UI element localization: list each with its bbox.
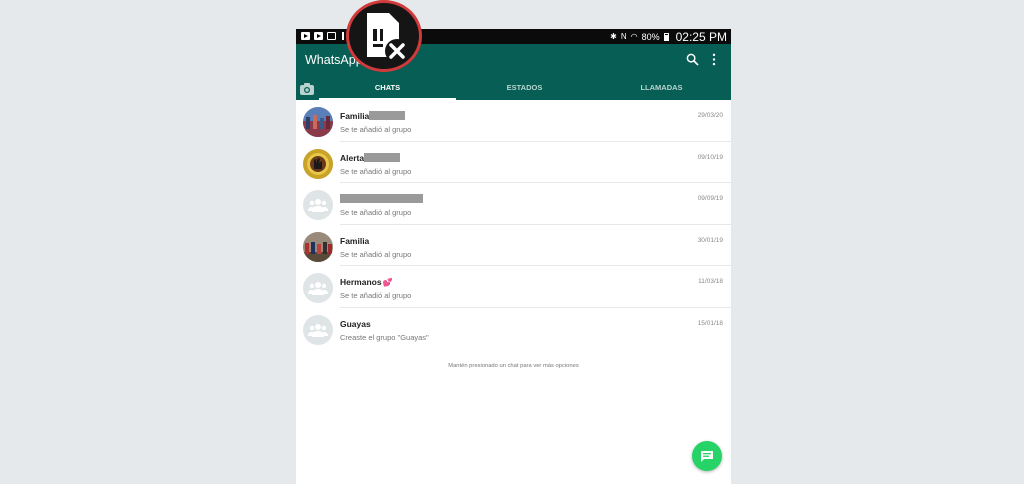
chat-date: 29/03/20	[697, 112, 723, 119]
chat-last-message: Creaste el grupo "Guayas"	[340, 332, 429, 342]
chat-last-message: Se te añadió al grupo	[340, 291, 412, 300]
tab-estados[interactable]: ESTADOS	[456, 79, 593, 100]
chat-list: Familia Se te añadió al grupo 29/03/20 A…	[296, 100, 731, 349]
system-icons: ✱ N ◠ 80% 02:25 PM	[610, 29, 727, 44]
chat-name: Familia	[340, 235, 370, 246]
battery-level: 80%	[641, 31, 660, 42]
group-avatar	[303, 314, 333, 345]
image-icon	[327, 32, 336, 40]
chat-name: Alerta	[340, 152, 401, 163]
chat-last-message: Se te añadió al grupo	[340, 249, 412, 259]
bluetooth-icon: ✱	[610, 32, 617, 41]
group-avatar	[303, 273, 333, 303]
chat-icon	[701, 451, 713, 462]
chat-date: 11/03/18	[698, 278, 723, 285]
chat-name: Guayas	[340, 318, 371, 329]
tab-llamadas[interactable]: LLAMADAS	[593, 79, 730, 100]
avatar	[303, 231, 333, 262]
clock: 02:25 PM	[675, 29, 727, 44]
chat-name	[340, 194, 423, 204]
redacted-text	[340, 194, 423, 203]
avatar	[303, 107, 333, 137]
more-options-icon[interactable]	[710, 53, 718, 66]
chat-row[interactable]: Hermanos💕 Se te añadió al grupo 11/03/18	[296, 266, 731, 308]
youtube-icon	[301, 32, 310, 40]
no-sim-callout	[346, 0, 422, 72]
battery-icon	[663, 32, 669, 41]
chat-date: 09/09/19	[697, 195, 723, 202]
chat-row[interactable]: Familia Se te añadió al grupo 29/03/20	[296, 100, 731, 142]
tab-bar: CHATS ESTADOS LLAMADAS	[296, 79, 731, 100]
notification-icons	[301, 32, 346, 40]
camera-icon[interactable]	[299, 82, 315, 96]
redacted-text	[364, 152, 401, 162]
group-icon	[308, 199, 328, 212]
chat-date: 30/01/19	[697, 236, 723, 244]
avatar	[303, 148, 333, 179]
group-avatar	[303, 190, 333, 220]
chat-name: Familia	[340, 111, 406, 121]
chat-row[interactable]: Familia Se te añadió al grupo 30/01/19	[296, 225, 731, 266]
chat-last-message: Se te añadió al grupo	[340, 208, 412, 217]
heart-emoji-icon: 💕	[382, 278, 393, 287]
wifi-icon: ◠	[630, 32, 638, 41]
chat-row[interactable]: Se te añadió al grupo 09/09/19	[296, 183, 731, 225]
redacted-text	[369, 111, 406, 120]
chat-name: Hermanos💕	[340, 277, 393, 287]
chat-date: 09/10/19	[697, 153, 723, 161]
nfc-icon: N	[620, 32, 627, 41]
group-icon	[308, 323, 328, 337]
chat-row[interactable]: Alerta Se te añadió al grupo 09/10/19	[296, 142, 731, 183]
long-press-hint: Mantén presionado un chat para ver más o…	[448, 363, 579, 369]
new-chat-button[interactable]	[692, 441, 722, 471]
no-sim-icon	[367, 13, 409, 63]
group-icon	[308, 282, 328, 295]
youtube-icon	[314, 32, 323, 40]
search-icon[interactable]	[686, 53, 699, 66]
chat-row[interactable]: Guayas Creaste el grupo "Guayas" 15/01/1…	[296, 308, 731, 350]
chat-last-message: Se te añadió al grupo	[340, 166, 412, 176]
phone-screen: ✱ N ◠ 80% 02:25 PM WhatsApp CHATS ESTADO…	[296, 29, 731, 484]
tab-chats[interactable]: CHATS	[319, 79, 456, 100]
chat-last-message: Se te añadió al grupo	[340, 125, 412, 134]
chat-date: 15/01/18	[697, 319, 723, 327]
